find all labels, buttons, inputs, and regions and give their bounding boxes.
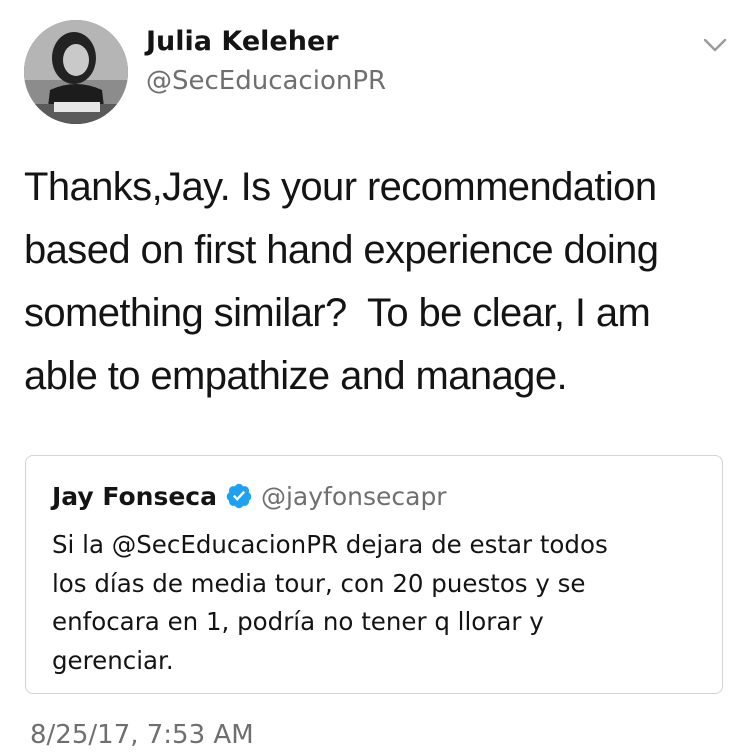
- avatar[interactable]: [24, 20, 128, 124]
- chevron-down-icon[interactable]: [700, 30, 730, 60]
- verified-badge-icon: [225, 482, 253, 510]
- quoted-tweet-card[interactable]: Jay Fonseca @jayfonsecapr Si la @SecEduc…: [25, 455, 723, 694]
- profile-photo-icon: [24, 20, 128, 124]
- tweet: Julia Keleher @SecEducacionPR Thanks,Jay…: [0, 0, 750, 755]
- quoted-author-name: Jay Fonseca: [52, 481, 217, 511]
- author-name[interactable]: Julia Keleher: [146, 26, 339, 57]
- tweet-text: Thanks,Jay. Is your recommendation based…: [24, 165, 659, 398]
- quoted-tweet-header: Jay Fonseca @jayfonsecapr: [52, 480, 447, 512]
- tweet-timestamp[interactable]: 8/25/17, 7:53 AM: [30, 720, 254, 750]
- author-handle[interactable]: @SecEducacionPR: [146, 66, 386, 96]
- quoted-tweet-text: Si la @SecEducacionPR dejara de estar to…: [52, 530, 608, 675]
- quoted-author-handle: @jayfonsecapr: [260, 481, 447, 511]
